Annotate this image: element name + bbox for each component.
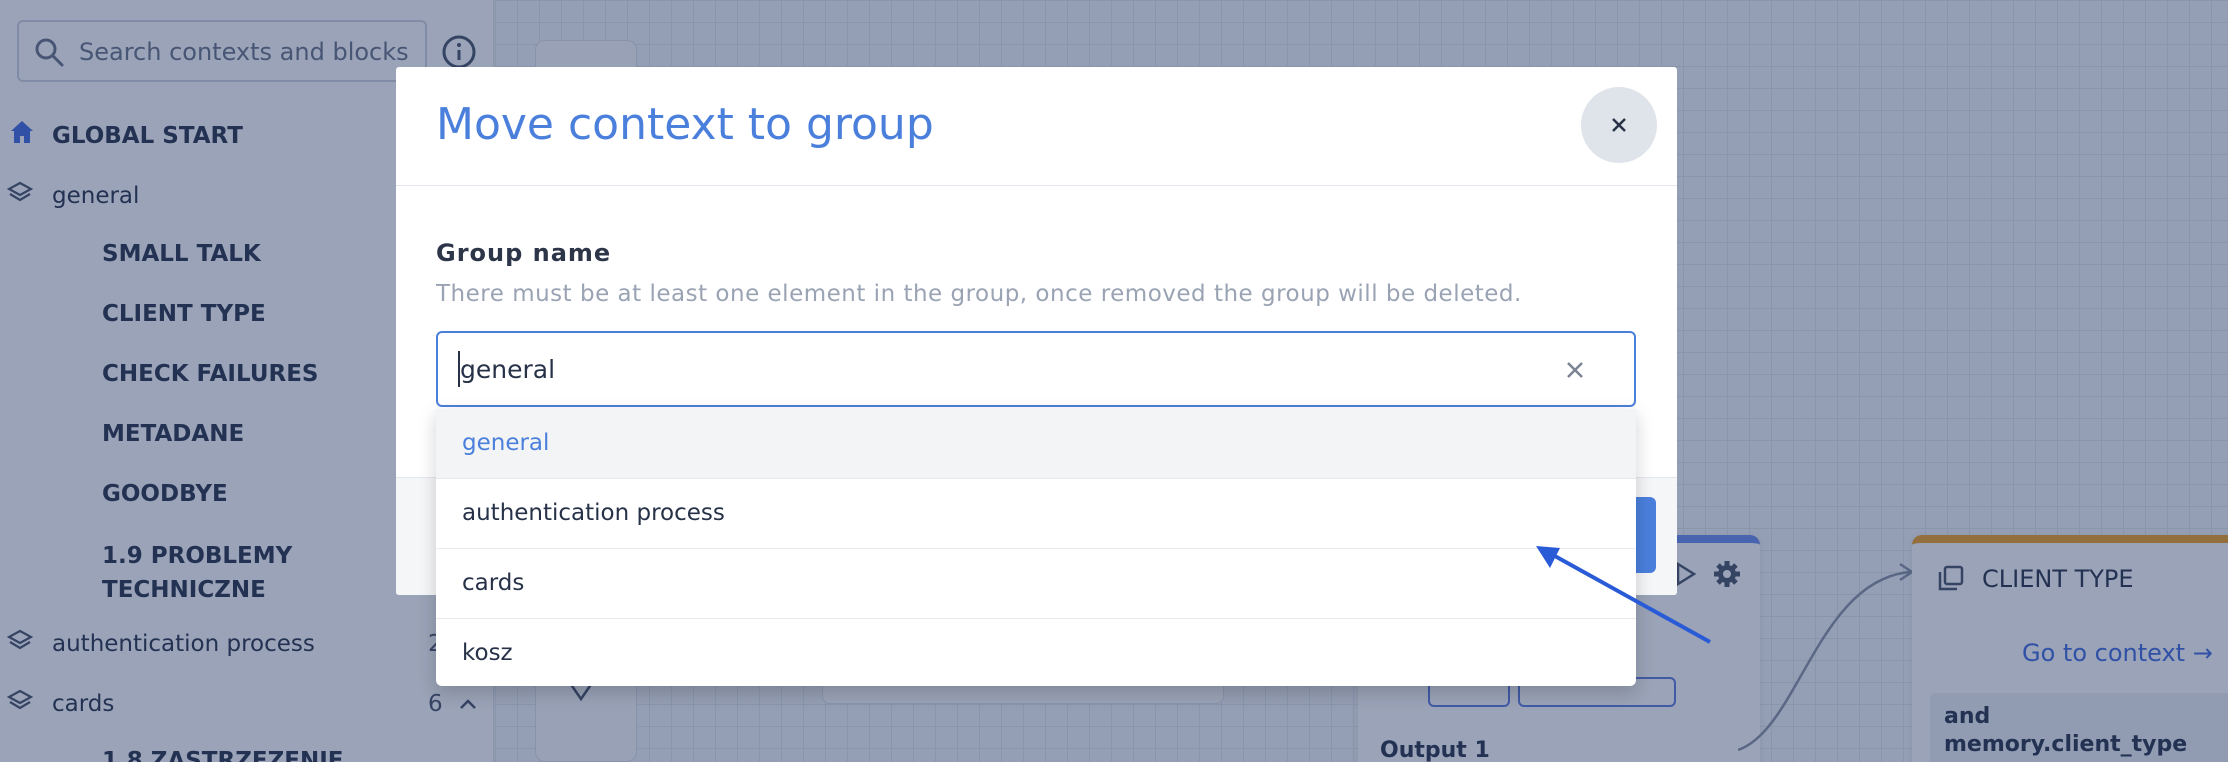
option-kosz[interactable]: kosz [436,619,1636,686]
dialog-header: Move context to group [396,67,1677,186]
group-name-hint: There must be at least one element in th… [436,281,1522,307]
group-name-value[interactable]: general [460,355,555,384]
option-general[interactable]: general [436,409,1636,479]
clear-icon[interactable] [1564,359,1586,381]
close-icon [1612,118,1626,132]
annotation-arrow [1536,546,1711,644]
dialog-title: Move context to group [436,99,934,150]
group-name-select[interactable]: general [436,331,1636,407]
option-cards[interactable]: cards [436,549,1636,619]
close-button[interactable] [1581,87,1657,163]
option-authentication-process[interactable]: authentication process [436,479,1636,549]
group-options-dropdown: general authentication process cards kos… [436,409,1636,686]
group-name-label: Group name [436,239,612,267]
text-cursor [458,351,460,387]
